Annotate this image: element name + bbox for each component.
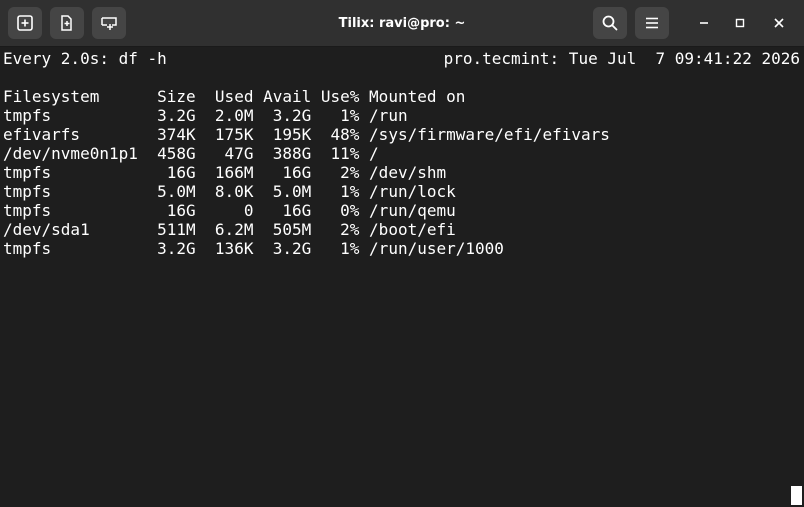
- tilix-window: Tilix: ravi@pro: ~ Every 2.0s: df -h pro…: [0, 0, 804, 507]
- df-row: tmpfs 16G 166M 16G 2% /dev/shm: [3, 163, 447, 182]
- df-row: /dev/nvme0n1p1 458G 47G 388G 11% /: [3, 144, 379, 163]
- title-bar[interactable]: Tilix: ravi@pro: ~: [0, 0, 804, 47]
- close-icon: [774, 18, 784, 28]
- search-button[interactable]: [593, 7, 627, 39]
- plus-box-icon: [17, 15, 33, 31]
- menu-button[interactable]: [635, 7, 669, 39]
- add-terminal-button[interactable]: [8, 7, 42, 39]
- maximize-button[interactable]: [728, 11, 752, 35]
- search-icon: [602, 15, 618, 31]
- hamburger-menu-icon: [646, 17, 658, 29]
- minimize-icon: [700, 22, 708, 24]
- df-row: tmpfs 16G 0 16G 0% /run/qemu: [3, 201, 456, 220]
- add-session-button[interactable]: [92, 7, 126, 39]
- window-title: Tilix: ravi@pro: ~: [338, 16, 466, 31]
- split-terminal-button[interactable]: [50, 7, 84, 39]
- df-row: tmpfs 3.2G 136K 3.2G 1% /run/user/1000: [3, 239, 504, 258]
- close-button[interactable]: [767, 11, 791, 35]
- add-tab-icon: [101, 17, 117, 30]
- watch-header: Every 2.0s: df -h: [3, 49, 167, 68]
- split-add-icon: [61, 15, 72, 31]
- watch-host-time: pro.tecmint: Tue Jul 7 09:41:22 2026: [443, 49, 800, 68]
- minimize-button[interactable]: [692, 11, 716, 35]
- df-row: efivarfs 374K 175K 195K 48% /sys/firmwar…: [3, 125, 610, 144]
- df-row: tmpfs 3.2G 2.0M 3.2G 1% /run: [3, 106, 408, 125]
- df-header-row: Filesystem Size Used Avail Use% Mounted …: [3, 87, 466, 106]
- terminal-cursor: [791, 486, 802, 505]
- df-row: /dev/sda1 511M 6.2M 505M 2% /boot/efi: [3, 220, 456, 239]
- terminal-output[interactable]: Every 2.0s: df -h pro.tecmint: Tue Jul 7…: [0, 47, 804, 507]
- maximize-icon: [735, 18, 745, 28]
- df-row: tmpfs 5.0M 8.0K 5.0M 1% /run/lock: [3, 182, 456, 201]
